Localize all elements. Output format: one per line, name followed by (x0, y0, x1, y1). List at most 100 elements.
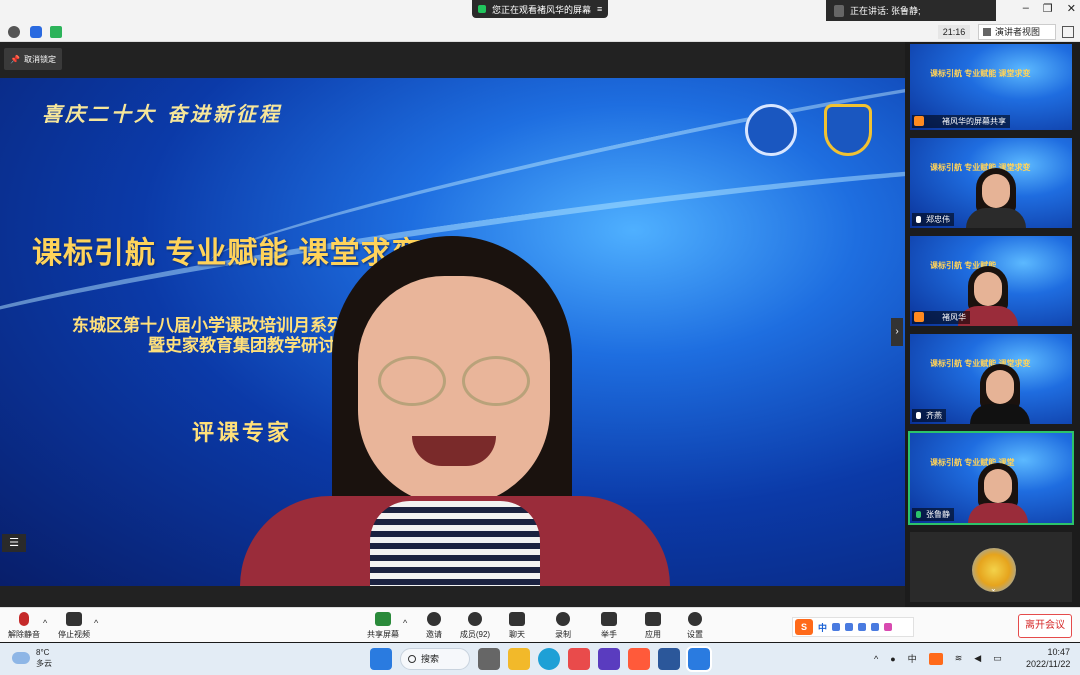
ime-toolbar[interactable]: S 中 (792, 617, 914, 637)
fullscreen-icon[interactable] (1062, 26, 1074, 38)
unmute-button[interactable]: 解除静音 (0, 610, 48, 640)
chat-icon (509, 612, 525, 626)
share-screen-button[interactable]: 共享屏幕 (359, 610, 407, 640)
hand-icon (601, 612, 617, 626)
gallery-toggle-icon[interactable]: › (891, 318, 903, 346)
app-icon[interactable] (628, 648, 650, 670)
skin-icon[interactable] (871, 623, 880, 631)
share-banner[interactable]: 您正在观看褚风华的屏幕 ≡ (472, 0, 609, 18)
stop-video-button[interactable]: 停止视频 (50, 610, 98, 640)
clock[interactable]: 10:47 2022/11/22 (1026, 646, 1070, 670)
face (974, 272, 1002, 306)
system-tray: ^ ● 中 ≋ ◀ ▭ (874, 652, 1002, 665)
menu-icon[interactable]: ≡ (597, 4, 602, 14)
chevron-down-icon[interactable]: ⌄ (990, 584, 997, 593)
volume-icon[interactable]: ◀ (974, 653, 981, 664)
face (984, 469, 1012, 503)
settings-button[interactable]: 设置 (671, 610, 719, 640)
record-button[interactable]: 录制 (539, 610, 587, 640)
members-button[interactable]: 成员(92) (451, 610, 499, 640)
info-icon[interactable] (8, 26, 20, 38)
wifi-icon[interactable]: ≋ (955, 653, 963, 664)
sogou-icon[interactable]: S (795, 619, 813, 635)
ime-language[interactable]: 中 (818, 621, 827, 634)
leave-meeting-button[interactable]: 离开会议 (1018, 614, 1072, 638)
participant-video (966, 168, 1026, 228)
speaker-text: 正在讲话: 张鲁静; (850, 6, 921, 16)
body (968, 503, 1028, 523)
speaker-thumbnail-icon (834, 4, 844, 17)
search-box[interactable]: 搜索 (400, 648, 470, 670)
restore-icon[interactable]: ❐ (1043, 2, 1053, 15)
participant-name: 褚风华的屏幕共享 (912, 115, 1010, 128)
weather-widget[interactable]: 8°C 多云 (12, 647, 52, 669)
main-video-area: 📌 取消锁定 喜庆二十大 奋进新征程 课标引航 专业赋能 课堂求变 东城区第十八… (0, 42, 905, 607)
close-icon[interactable]: ✕ (1067, 2, 1076, 15)
body (970, 404, 1030, 424)
battery-icon[interactable]: ▭ (993, 653, 1002, 664)
glasses (462, 356, 530, 406)
task-view-icon[interactable] (478, 648, 500, 670)
sogou-tray-icon[interactable] (928, 652, 943, 665)
raise-hand-button[interactable]: 举手 (585, 610, 633, 640)
participant-tile-active[interactable]: 课标引航 专业赋能 课堂 张鲁静 (908, 431, 1074, 525)
file-explorer-icon[interactable] (508, 648, 530, 670)
word-icon[interactable] (658, 648, 680, 670)
members-label: 成员(92) (459, 630, 491, 639)
meeting-control-bar: 解除静音 ^ 停止视频 ^ 共享屏幕 ^ 邀请 成员(92) 聊天 录制 举手 … (0, 607, 1080, 642)
school-logo-icon (745, 104, 797, 156)
slide-header: 喜庆二十大 奋进新征程 (42, 102, 282, 126)
weather-condition: 多云 (36, 659, 52, 668)
apps-button[interactable]: 应用 (629, 610, 677, 640)
clock-time: 10:47 (1047, 647, 1070, 657)
minimize-icon[interactable]: – (1023, 2, 1029, 15)
participant-name: 张鲁静 (912, 508, 954, 521)
punctuation-icon[interactable] (832, 623, 841, 631)
list-icon[interactable]: ☰ (2, 534, 26, 552)
app-icon[interactable] (598, 648, 620, 670)
temperature: 8°C (36, 648, 50, 657)
active-speaker-indicator: 正在讲话: 张鲁静; (826, 0, 996, 21)
participant-video (970, 364, 1030, 424)
participant-tile[interactable]: 课标引航 专业赋能 课堂求变 褚风华的屏幕共享 (910, 44, 1072, 130)
video-options-chevron-icon[interactable]: ^ (94, 618, 98, 628)
participant-video (968, 463, 1028, 523)
apps-label: 应用 (645, 630, 661, 639)
signal-icon[interactable] (50, 26, 62, 38)
tencent-meeting-icon[interactable] (686, 646, 712, 672)
chevron-up-icon[interactable]: ^ (874, 654, 878, 664)
weather-text: 8°C 多云 (36, 647, 52, 669)
tray-language[interactable]: 中 (908, 652, 917, 665)
share-banner-text: 您正在观看褚风华的屏幕 (492, 4, 592, 15)
tile-slide-title: 课标引航 专业赋能 课堂求变 (930, 69, 1031, 78)
voice-icon[interactable] (845, 623, 854, 631)
keyboard-icon[interactable] (858, 623, 867, 631)
shijia-logo-icon (824, 104, 872, 156)
mic-tray-icon[interactable]: ● (890, 654, 895, 664)
speaker-video (240, 236, 670, 586)
chat-button[interactable]: 聊天 (493, 610, 541, 640)
participant-tile[interactable]: 课标引航 专业赋能 褚风华 (910, 236, 1072, 326)
participant-tile[interactable]: 课标引航 专业赋能 课堂求变 郑忠伟 (910, 138, 1072, 228)
participant-name: 齐燕 (912, 409, 946, 422)
body (966, 208, 1026, 228)
share-options-chevron-icon[interactable]: ^ (403, 618, 407, 628)
settings-label: 设置 (687, 630, 703, 639)
audio-options-chevron-icon[interactable]: ^ (43, 618, 47, 628)
participant-tile[interactable]: ⌄ (910, 532, 1072, 602)
clock-date: 2022/11/22 (1026, 659, 1071, 669)
share-screen-label: 共享屏幕 (367, 630, 399, 639)
start-icon[interactable] (370, 648, 392, 670)
pin-icon: 📌 (10, 54, 20, 64)
toolbox-icon[interactable] (884, 623, 893, 631)
store-icon[interactable] (568, 648, 590, 670)
unmute-label: 解除静音 (8, 630, 40, 639)
taskbar-apps: 搜索 (370, 646, 712, 672)
edge-icon[interactable] (538, 648, 560, 670)
view-switch-button[interactable]: 演讲者视图 (978, 24, 1056, 40)
shared-slide: 喜庆二十大 奋进新征程 课标引航 专业赋能 课堂求变 东城区第十八届小学课改培训… (0, 78, 905, 586)
participant-tile[interactable]: 课标引航 专业赋能 课堂求变 齐燕 (910, 334, 1072, 424)
unlock-button[interactable]: 📌 取消锁定 (4, 48, 62, 70)
shield-icon[interactable] (30, 26, 42, 38)
camera-icon (66, 612, 82, 626)
